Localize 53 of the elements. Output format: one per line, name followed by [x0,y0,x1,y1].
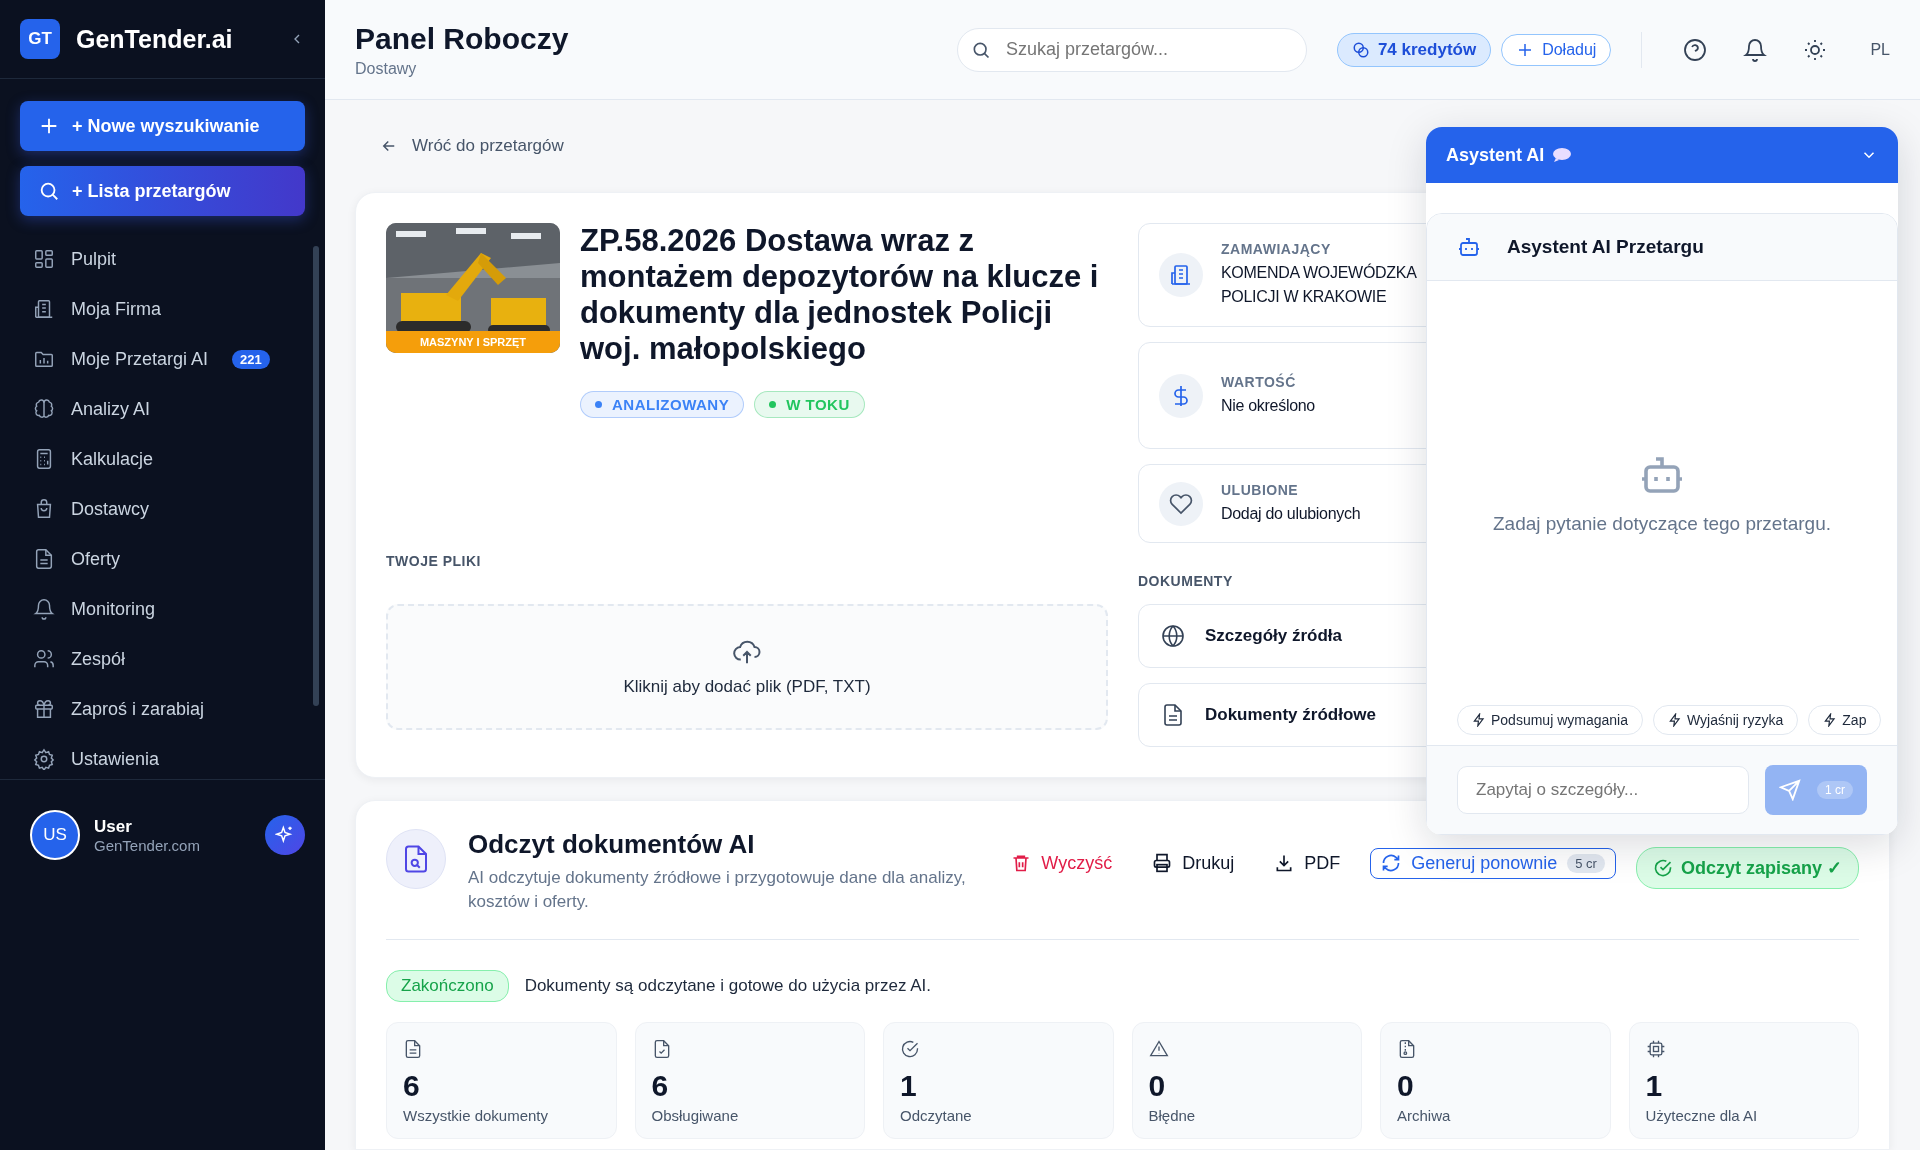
section-heading: DOKUMENTY [1138,573,1234,589]
tender-title: ZP.58.2026 Dostawa wraz z montażem depozytorów na klucze i dokumenty dla jednostek Policji woj. małopolskiego [580,223,1100,367]
stat-label: Użyteczne dla AI [1645,1107,1758,1124]
brand-name: GenTender.ai [76,24,234,54]
info-value: KOMENDA WOJEWÓDZKA POLICJI W KRAKOWIE [1221,262,1418,307]
stat-label: Błędne [1148,1107,1196,1124]
nav-label: Oferty [71,548,120,570]
page-title: Panel Roboczy [355,21,570,56]
stat-label: Archiwa [1397,1107,1451,1124]
user-email: GenTender.com [94,836,201,854]
empty-state-text: Zadaj pytanie dotyczące tego przetargu. [1493,513,1831,535]
info-value: Nie określono [1221,395,1315,416]
nav-label: Zespół [71,648,126,670]
stat-value: 0 [1397,1069,1414,1103]
upload-hint: Kliknij aby dodać plik (PDF, TXT) [623,677,871,697]
page-subtitle: Dostawy [355,59,418,78]
assistant-heading: Asystent AI Przetargu [1507,236,1704,258]
assistant-title: Asystent AI [1446,144,1545,166]
nav-label: Moja Firma [71,298,161,320]
info-value: Dodaj do ulubionych [1221,503,1361,524]
status-badge: Zakończono [386,970,509,1002]
stat-value: 0 [1148,1069,1166,1103]
stat-value: 1 [900,1069,917,1103]
stat-value: 1 [1645,1069,1663,1103]
info-label: ULUBIONE [1221,481,1300,498]
status-message: Dokumenty są odczytane i gotowe do użycia przez AI. [524,976,931,996]
count-badge: 221 [232,349,270,369]
section-description: AI odczytuje dokumenty źródłowe i przygotowuje dane dla analizy, kosztów i oferty. [468,867,967,913]
stat-label: Obsługiwane [651,1107,739,1124]
stat-value: 6 [651,1069,669,1103]
nav-label: Pulpit [71,248,117,270]
stat-label: Odczytane [900,1107,972,1124]
category-label: MASZYNY I SPRZĘT [386,331,560,353]
info-label: WARTOŚĆ [1221,373,1297,390]
nav-label: Ustawienia [71,748,160,770]
logo-badge: GT [20,19,60,59]
nav-label: Zaproś i zarabiaj [71,698,205,720]
document-label: Szczegóły źródła [1205,626,1342,646]
stat-value: 6 [403,1069,420,1103]
nav-label: Kalkulacje [71,448,154,470]
section-title: Odczyt dokumentów AI [468,829,756,860]
user-name: User [94,816,133,837]
status-tag: W TOKU [754,391,865,418]
status-tag: ANALIZOWANY [580,391,745,418]
section-heading: TWOJE PLIKI [386,553,482,569]
saved-badge: Odczyt zapisany ✓ [1635,847,1859,889]
nav-label: Dostawcy [71,498,150,520]
nav-label: Moje Przetargi AI [71,348,209,370]
stat-label: Wszystkie dokumenty [403,1107,549,1124]
nav-label: Analizy AI [71,398,151,420]
nav-label: Monitoring [71,598,156,620]
info-label: ZAMAWIAJĄCY [1221,241,1332,257]
document-label: Dokumenty źródłowe [1205,705,1376,725]
